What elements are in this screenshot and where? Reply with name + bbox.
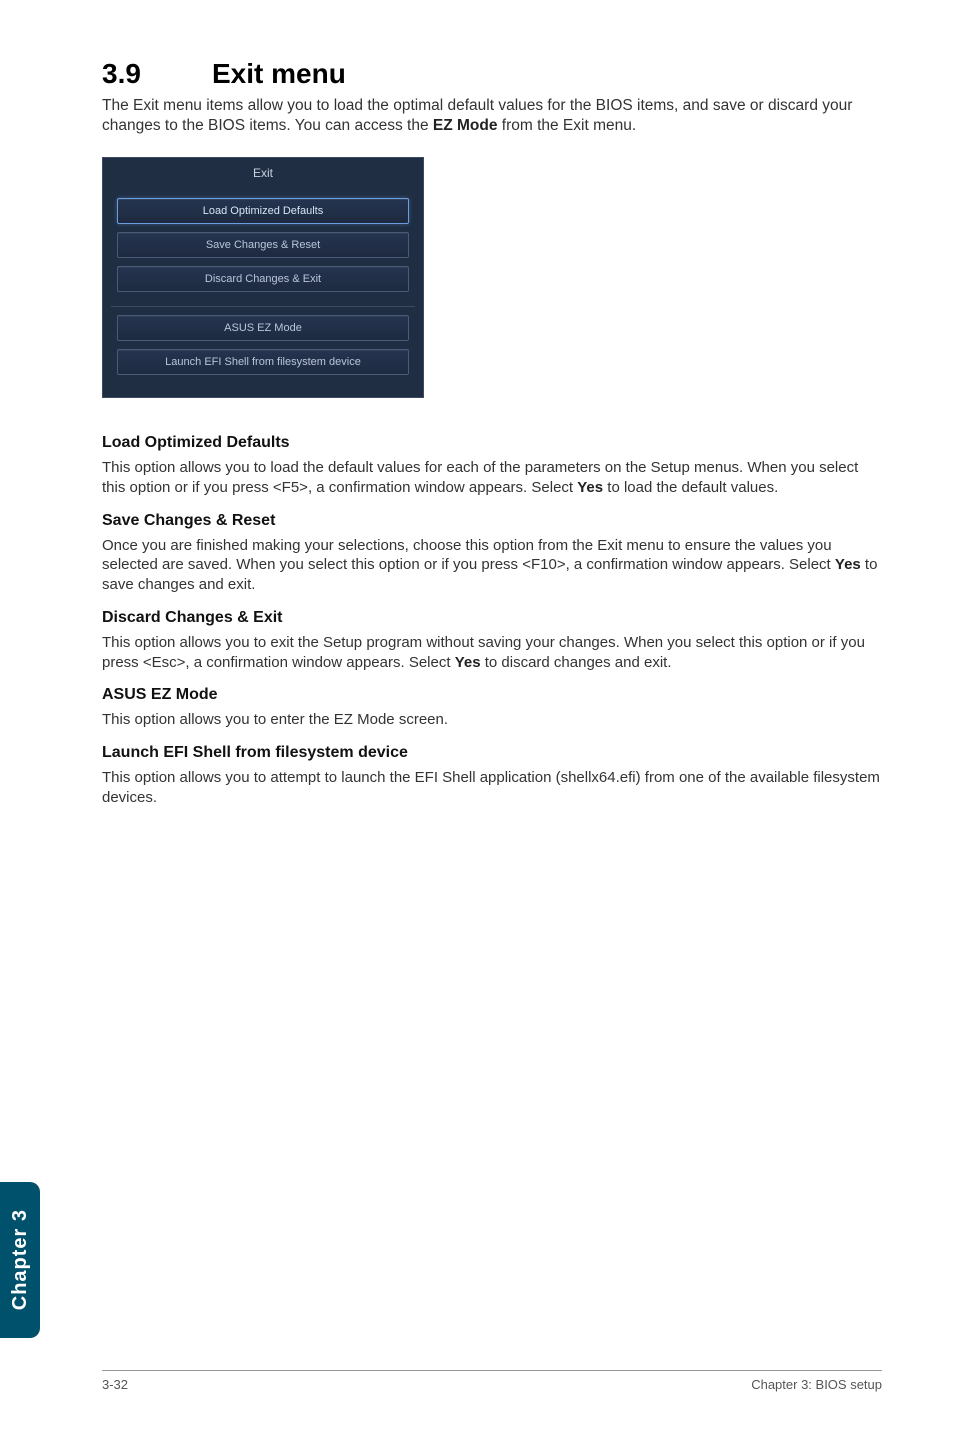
page-number: 3-32 [102,1377,128,1392]
body-discard-exit: This option allows you to exit the Setup… [102,633,882,673]
bold: Yes [455,654,481,671]
bold: Yes [835,556,861,573]
bios-item-discard-exit[interactable]: Discard Changes & Exit [117,266,409,292]
text: to load the default values. [603,479,778,496]
bold: Yes [577,479,603,496]
page: 3.9Exit menu The Exit menu items allow y… [0,0,954,1438]
body-save-reset: Once you are finished making your select… [102,536,882,595]
section-title-text: Exit menu [212,58,346,89]
subhead-save-reset: Save Changes & Reset [102,512,882,530]
chapter-side-tab-label: Chapter 3 [9,1209,32,1310]
subhead-load-defaults: Load Optimized Defaults [102,434,882,452]
page-footer: 3-32 Chapter 3: BIOS setup [102,1370,882,1392]
subhead-discard-exit: Discard Changes & Exit [102,609,882,627]
chapter-side-tab: Chapter 3 [0,1182,40,1338]
body-ez-mode: This option allows you to enter the EZ M… [102,710,882,730]
intro-text-b: from the Exit menu. [497,117,636,134]
text: Once you are finished making your select… [102,537,835,574]
section-heading: 3.9Exit menu [102,58,882,90]
bios-item-launch-efi[interactable]: Launch EFI Shell from filesystem device [117,349,409,375]
subhead-ez-mode: ASUS EZ Mode [102,686,882,704]
intro-paragraph: The Exit menu items allow you to load th… [102,96,882,137]
body-launch-efi: This option allows you to attempt to lau… [102,768,882,808]
footer-chapter: Chapter 3: BIOS setup [751,1377,882,1392]
body-load-defaults: This option allows you to load the defau… [102,458,882,498]
text: This option allows you to attempt to lau… [102,769,880,806]
bios-panel: Exit Load Optimized Defaults Save Change… [102,157,424,398]
section-number: 3.9 [102,58,212,90]
text: to discard changes and exit. [481,654,672,671]
intro-bold: EZ Mode [433,117,498,134]
subhead-launch-efi: Launch EFI Shell from filesystem device [102,744,882,762]
text: This option allows you to enter the EZ M… [102,711,448,728]
bios-divider [111,306,415,307]
bios-title: Exit [105,160,421,190]
bios-item-ez-mode[interactable]: ASUS EZ Mode [117,315,409,341]
bios-item-load-defaults[interactable]: Load Optimized Defaults [117,198,409,224]
bios-item-save-reset[interactable]: Save Changes & Reset [117,232,409,258]
